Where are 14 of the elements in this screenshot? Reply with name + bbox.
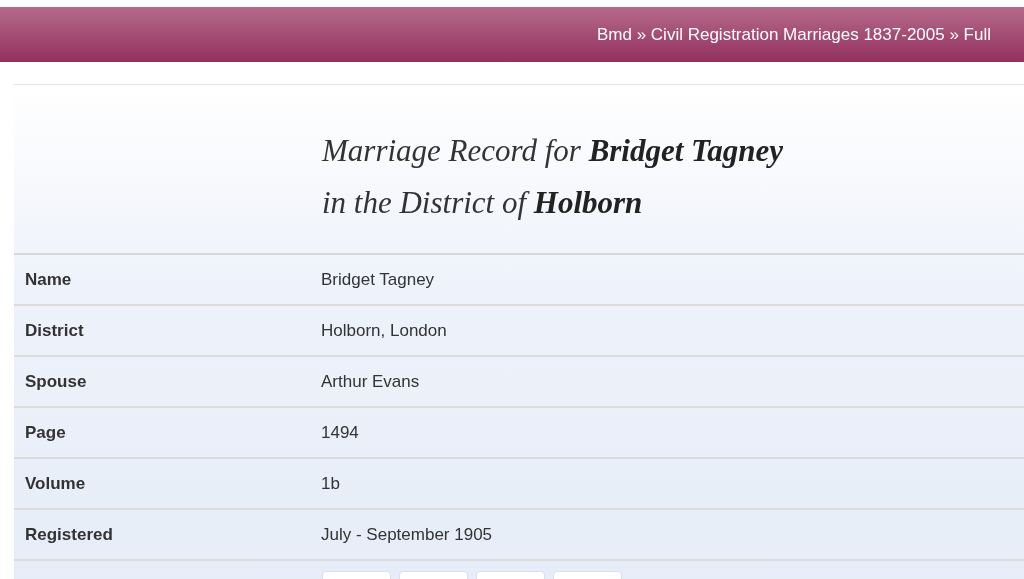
field-value: Holborn, London [321,320,447,341]
field-label: Page [24,422,67,443]
field-label: Spouse [24,371,88,392]
field-label: District [24,320,85,341]
field-value: Bridget Tagney [321,269,435,290]
field-value: 1b [321,473,340,494]
field-value: Arthur Evans [321,371,420,392]
field-label: Volume [24,473,87,494]
field-label: Name [24,269,73,290]
field-value: 1494 [321,422,359,443]
field-label: Registered [24,524,114,545]
record-title: Marriage Record for Bridget Tagney [322,132,784,170]
field-value: July - September 1905 [321,524,493,545]
breadcrumb: Bmd » Civil Registration Marriages 1837-2005 » Full [597,24,991,45]
